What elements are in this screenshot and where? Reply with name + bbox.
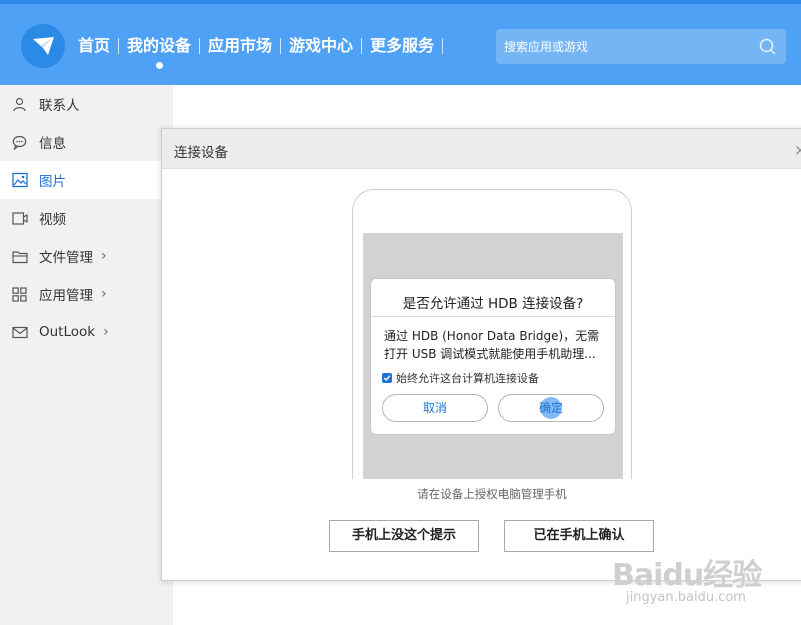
- checkbox-label: 始终允许这台计算机连接设备: [396, 372, 539, 385]
- chevron-right-icon: ›: [101, 248, 107, 264]
- folder-icon: [11, 248, 28, 265]
- sidebar: 联系人 信息 图片 视频 文件管理 › 应用管理 › OutLook ›: [0, 85, 173, 625]
- main-nav: 首页 我的设备 应用市场 游戏中心 更多服务: [70, 35, 444, 69]
- picture-icon: [11, 172, 28, 189]
- search-box: [496, 29, 786, 64]
- prompt-body-line: 打开 USB 调试模式就能使用手机助理...: [384, 347, 596, 361]
- prompt-cancel-button: 取消: [382, 394, 488, 422]
- sidebar-item-contacts[interactable]: 联系人: [0, 85, 173, 123]
- app-logo[interactable]: [21, 24, 65, 68]
- nav-game-center[interactable]: 游戏中心: [281, 35, 361, 57]
- nav-divider: [442, 38, 444, 54]
- dialog-header: 连接设备 ×: [162, 129, 801, 169]
- chevron-right-icon: ›: [103, 324, 109, 340]
- sidebar-item-outlook[interactable]: OutLook ›: [0, 313, 173, 351]
- sidebar-item-label: 图片: [39, 174, 66, 190]
- instruction-text: 请在设备上授权电脑管理手机: [417, 487, 567, 501]
- sidebar-item-videos[interactable]: 视频: [0, 199, 173, 237]
- video-icon: [11, 210, 28, 227]
- active-nav-indicator: [156, 62, 164, 69]
- sidebar-item-label: 信息: [39, 136, 66, 152]
- top-bar: 首页 我的设备 应用市场 游戏中心 更多服务: [0, 0, 801, 85]
- prompt-title: 是否允许通过 HDB 连接设备?: [402, 296, 584, 312]
- watermark-url: jingyan.baidu.com: [626, 590, 746, 605]
- search-icon[interactable]: [759, 38, 776, 55]
- close-icon[interactable]: ×: [794, 141, 801, 159]
- chevron-right-icon: ›: [101, 286, 107, 302]
- always-allow-checkbox: 始终允许这台计算机连接设备: [382, 370, 539, 386]
- baidu-watermark: Baidu经验 jingyan.baidu.com: [612, 538, 762, 608]
- prompt-body: 通过 HDB (Honor Data Bridge)，无需 打开 USB 调试模…: [384, 327, 606, 363]
- paper-plane-icon: [33, 37, 54, 55]
- watermark-text: Baidu经验: [612, 558, 762, 593]
- checkbox-checked-icon: [382, 373, 392, 383]
- sidebar-item-label: OutLook: [39, 324, 96, 340]
- nav-app-market[interactable]: 应用市场: [200, 35, 280, 57]
- connect-device-dialog: 连接设备 × 是否允许通过 HDB 连接设备? 通过 HDB (Honor Da…: [161, 128, 801, 581]
- person-icon: [11, 96, 28, 113]
- nav-more-services[interactable]: 更多服务: [362, 35, 442, 57]
- prompt-body-line: 通过 HDB (Honor Data Bridge)，无需: [384, 329, 600, 343]
- sidebar-item-label: 联系人: [39, 98, 80, 114]
- sidebar-item-file-manager[interactable]: 文件管理 ›: [0, 237, 173, 275]
- phone-illustration: 是否允许通过 HDB 连接设备? 通过 HDB (Honor Data Brid…: [352, 189, 632, 479]
- sidebar-item-pictures[interactable]: 图片: [0, 161, 173, 199]
- nav-my-devices[interactable]: 我的设备: [119, 35, 199, 69]
- nav-home[interactable]: 首页: [70, 35, 118, 57]
- sidebar-item-label: 应用管理: [39, 288, 93, 304]
- chat-bubble-icon: [11, 134, 28, 151]
- sidebar-item-label: 视频: [39, 212, 66, 228]
- no-prompt-on-phone-button[interactable]: 手机上没这个提示: [329, 520, 479, 552]
- sidebar-item-messages[interactable]: 信息: [0, 123, 173, 161]
- sidebar-item-label: 文件管理: [39, 250, 93, 266]
- app-grid-icon: [11, 286, 28, 303]
- prompt-divider: [371, 316, 615, 317]
- hdb-permission-prompt: 是否允许通过 HDB 连接设备? 通过 HDB (Honor Data Brid…: [370, 278, 616, 435]
- search-input[interactable]: [496, 29, 746, 64]
- mail-icon: [11, 324, 28, 341]
- prompt-ok-button: 确定: [498, 394, 604, 422]
- dialog-title: 连接设备: [174, 145, 228, 161]
- sidebar-item-app-manager[interactable]: 应用管理 ›: [0, 275, 173, 313]
- phone-screen: 是否允许通过 HDB 连接设备? 通过 HDB (Honor Data Brid…: [363, 233, 623, 479]
